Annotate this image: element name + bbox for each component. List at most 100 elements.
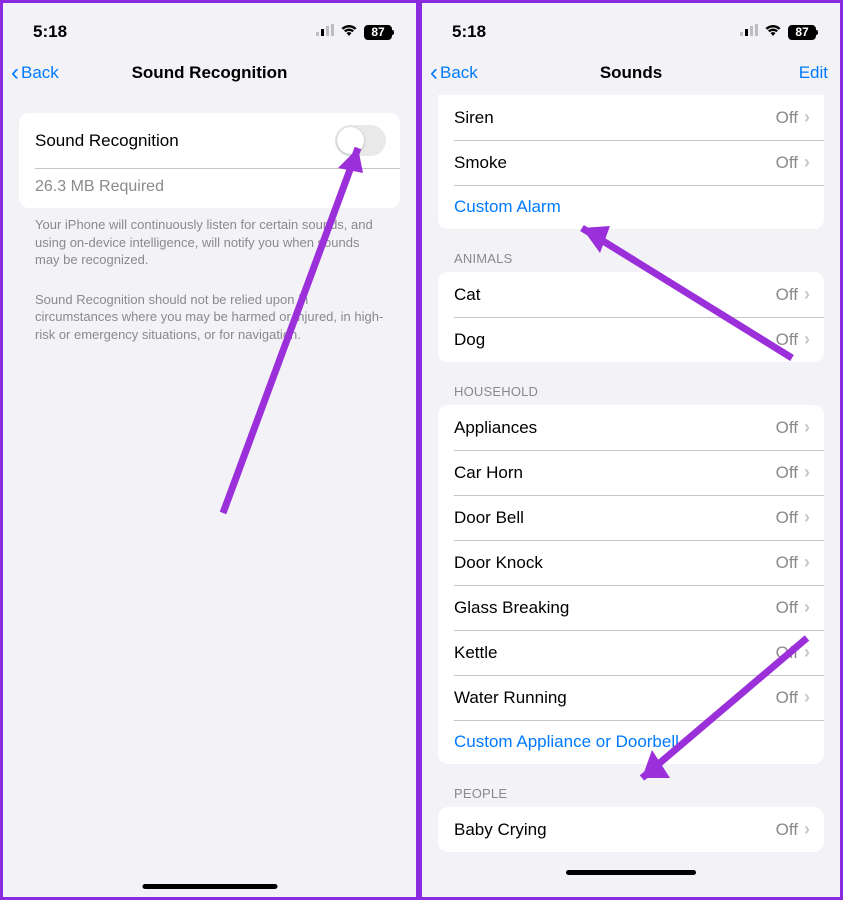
status-time: 5:18 [33,22,67,42]
group-header-people: PEOPLE [438,764,824,807]
row-value: Off [776,508,798,528]
chevron-right-icon: › [804,329,810,350]
row-right: Off › [776,417,810,438]
row-value: Off [776,598,798,618]
row-value: Off [776,108,798,128]
chevron-right-icon: › [804,642,810,663]
sound-row-smoke[interactable]: Smoke Off › [438,140,824,185]
row-right: Off › [776,687,810,708]
chevron-right-icon: › [804,819,810,840]
row-label: Water Running [454,688,567,708]
row-label: Car Horn [454,463,523,483]
chevron-right-icon: › [804,552,810,573]
row-right: Off › [776,107,810,128]
row-label: Door Knock [454,553,543,573]
row-label: Baby Crying [454,820,547,840]
custom-alarm-link[interactable]: Custom Alarm [438,185,824,229]
left-screenshot: 5:18 87 ‹ Back Sound Recognition Sound R… [0,0,419,900]
toggle-label: Sound Recognition [35,131,179,151]
chevron-right-icon: › [804,597,810,618]
row-value: Off [776,330,798,350]
sound-row-kettle[interactable]: Kettle Off › [438,630,824,675]
row-value: Off [776,153,798,173]
sound-row-water-running[interactable]: Water Running Off › [438,675,824,720]
status-bar: 5:18 87 [422,3,840,51]
battery-icon: 87 [788,25,816,40]
chevron-left-icon: ‹ [430,61,438,85]
row-right: Off › [776,284,810,305]
cellular-signal-icon [740,23,758,41]
page-title: Sounds [600,63,662,83]
sound-recognition-toggle-row[interactable]: Sound Recognition [19,113,400,168]
toggle-knob [337,127,364,154]
row-value: Off [776,418,798,438]
right-screenshot: 5:18 87 ‹ Back Sounds Edit Siren Off › [419,0,843,900]
row-label: Kettle [454,643,497,663]
cellular-signal-icon [316,23,334,41]
sound-row-door-knock[interactable]: Door Knock Off › [438,540,824,585]
row-label: Door Bell [454,508,524,528]
row-right: Off› [776,507,810,528]
status-icons: 87 [740,23,816,41]
sound-row-dog[interactable]: Dog Off › [438,317,824,362]
row-link-label: Custom Appliance or Doorbell [454,732,679,752]
row-right: Off › [776,552,810,573]
row-link-label: Custom Alarm [454,197,561,217]
nav-bar: ‹ Back Sounds Edit [422,51,840,95]
edit-button[interactable]: Edit [799,63,828,83]
custom-appliance-link[interactable]: Custom Appliance or Doorbell [438,720,824,764]
row-value: Off [776,643,798,663]
row-label: Smoke [454,153,507,173]
chevron-right-icon: › [804,107,810,128]
row-right: Off › [776,462,810,483]
sound-row-siren[interactable]: Siren Off › [438,95,824,140]
back-label: Back [21,63,59,83]
home-indicator[interactable] [566,870,696,875]
content-area: Sound Recognition 26.3 MB Required Your … [3,95,416,897]
chevron-right-icon: › [804,152,810,173]
back-button[interactable]: ‹ Back [430,61,478,85]
wifi-icon [764,23,782,41]
status-icons: 87 [316,23,392,41]
page-title: Sound Recognition [132,63,288,83]
row-value: Off [776,285,798,305]
chevron-right-icon: › [804,462,810,483]
sound-row-appliances[interactable]: Appliances Off› [438,405,824,450]
content-area: Siren Off › Smoke Off › Custom Alarm ANI… [422,95,840,897]
sound-row-door-bell[interactable]: Door Bell Off› [438,495,824,540]
chevron-right-icon: › [804,687,810,708]
settings-group: Sound Recognition 26.3 MB Required [19,113,400,208]
status-bar: 5:18 87 [3,3,416,51]
chevron-left-icon: ‹ [11,61,19,85]
nav-bar: ‹ Back Sound Recognition [3,51,416,95]
household-group: Appliances Off› Car Horn Off› Door Bell … [438,405,824,764]
alarms-group: Siren Off › Smoke Off › Custom Alarm [438,95,824,229]
row-right: Off › [776,152,810,173]
home-indicator[interactable] [142,884,277,889]
toggle-switch[interactable] [335,125,386,156]
wifi-icon [340,23,358,41]
footer-description-1: Your iPhone will continuously listen for… [19,208,400,277]
animals-group: Cat Off › Dog Off › [438,272,824,362]
row-label: Siren [454,108,494,128]
sound-row-cat[interactable]: Cat Off › [438,272,824,317]
row-right: Off › [776,597,810,618]
sound-row-baby-crying[interactable]: Baby Crying Off › [438,807,824,852]
chevron-right-icon: › [804,284,810,305]
row-label: Glass Breaking [454,598,569,618]
sound-row-car-horn[interactable]: Car Horn Off › [438,450,824,495]
row-value: Off [776,820,798,840]
back-button[interactable]: ‹ Back [11,61,59,85]
chevron-right-icon: › [804,417,810,438]
storage-required-label: 26.3 MB Required [19,168,400,208]
row-right: Off › [776,329,810,350]
row-value: Off [776,553,798,573]
status-time: 5:18 [452,22,486,42]
row-right: Off › [776,819,810,840]
sound-row-glass-breaking[interactable]: Glass Breaking Off › [438,585,824,630]
row-label: Dog [454,330,485,350]
footer-description-2: Sound Recognition should not be relied u… [19,283,400,352]
row-value: Off [776,463,798,483]
row-value: Off [776,688,798,708]
people-group: Baby Crying Off › [438,807,824,852]
